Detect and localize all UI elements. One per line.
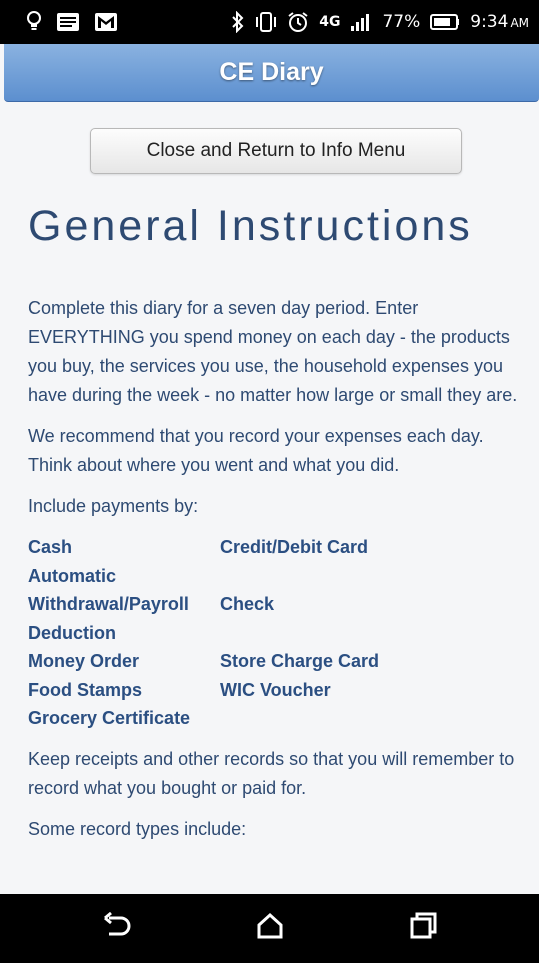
instruction-paragraph: We recommend that you record your expens… bbox=[28, 426, 484, 475]
close-return-button[interactable]: Close and Return to Info Menu bbox=[90, 128, 462, 174]
vibrate-icon bbox=[255, 11, 277, 33]
home-button[interactable] bbox=[240, 899, 300, 959]
payment-type: Check bbox=[220, 594, 275, 614]
payment-type: Food Stamps bbox=[28, 679, 143, 700]
network-type: 4G bbox=[319, 14, 341, 30]
page-title: General Instructions bbox=[28, 202, 473, 250]
battery-percent: 77% bbox=[382, 12, 421, 32]
instruction-paragraph: Keep receipts and other records so that … bbox=[28, 748, 515, 798]
payment-type: Credit/Debit Card bbox=[220, 537, 369, 557]
lightbulb-icon bbox=[26, 11, 42, 33]
bluetooth-icon bbox=[231, 11, 245, 33]
payment-types-list: Cash Credit/Debit Card Automatic Withdra… bbox=[28, 533, 518, 733]
home-icon bbox=[255, 912, 285, 945]
back-icon bbox=[101, 911, 133, 945]
instruction-paragraph: Complete this diary for a seven day peri… bbox=[28, 298, 518, 405]
instructions-body: Complete this diary for a seven day peri… bbox=[28, 294, 518, 856]
message-icon bbox=[56, 12, 80, 32]
recents-button[interactable] bbox=[393, 899, 453, 959]
main-content[interactable]: Close and Return to Info Menu General In… bbox=[0, 102, 539, 894]
status-bar: 4G 77% 9:34 AM bbox=[0, 0, 539, 44]
clock: 9:34 AM bbox=[470, 12, 529, 32]
payment-type: Money Order bbox=[28, 651, 140, 671]
instruction-paragraph: Some record types include: bbox=[28, 818, 247, 839]
payment-type: WIC Voucher bbox=[220, 679, 331, 700]
app-title: CE Diary bbox=[219, 58, 324, 86]
payment-type: Store Charge Card bbox=[220, 651, 380, 671]
instruction-paragraph: Include payments by: bbox=[28, 496, 199, 516]
app-header: CE Diary bbox=[4, 44, 539, 102]
payment-type: Automatic Withdrawal/Payroll Deduction bbox=[28, 565, 189, 643]
back-button[interactable] bbox=[87, 899, 147, 959]
alarm-icon bbox=[287, 11, 309, 33]
payment-type: Grocery Certificate bbox=[28, 708, 191, 728]
payment-type: Cash bbox=[28, 537, 73, 557]
battery-icon bbox=[430, 14, 460, 30]
recents-icon bbox=[408, 911, 438, 946]
android-nav-bar bbox=[0, 894, 539, 963]
gmail-icon bbox=[94, 12, 118, 32]
payment-type bbox=[220, 704, 480, 733]
signal-icon bbox=[350, 12, 372, 32]
